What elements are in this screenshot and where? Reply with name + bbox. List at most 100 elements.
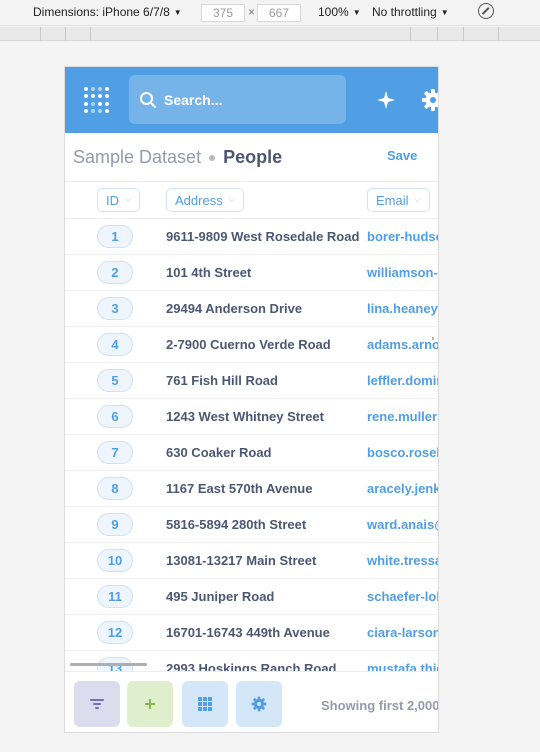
- table-row: 12 16701-16743 449th Avenue ciara-larson@: [65, 615, 438, 651]
- breadcrumb: Sample Dataset People: [73, 147, 282, 168]
- address-cell[interactable]: 495 Juniper Road: [166, 589, 274, 604]
- zoom-label: 100%: [318, 5, 349, 19]
- width-input[interactable]: 375: [201, 4, 245, 22]
- height-input[interactable]: 667: [257, 4, 301, 22]
- row-id-link[interactable]: 10: [97, 549, 133, 572]
- row-id-link[interactable]: 2: [97, 261, 133, 284]
- row-id-link[interactable]: 11: [97, 585, 133, 608]
- devtools-toolbar: Dimensions: iPhone 6/7/8 ▼ 375 × 667 100…: [0, 0, 540, 26]
- email-cell[interactable]: ward.anais@: [367, 517, 438, 532]
- chevron-down-icon: ⌵: [414, 195, 421, 204]
- address-cell[interactable]: 29494 Anderson Drive: [166, 301, 302, 316]
- dimensions-label: Dimensions: iPhone 6/7/8: [33, 5, 170, 19]
- metabase-logo-icon[interactable]: [84, 87, 110, 113]
- address-cell[interactable]: 2-7900 Cuerno Verde Road: [166, 337, 331, 352]
- table-grid-icon: [198, 697, 212, 711]
- column-header-label: Email: [376, 192, 409, 208]
- rotate-icon[interactable]: [478, 3, 494, 19]
- question-header: Sample Dataset People Save: [65, 133, 438, 182]
- row-id-link[interactable]: 8: [97, 477, 133, 500]
- table-row: 8 1167 East 570th Avenue aracely.jenkin: [65, 471, 438, 507]
- table-row: 3 29494 Anderson Drive lina.heaney@: [65, 291, 438, 327]
- media-query-ruler: [0, 27, 540, 41]
- filter-button[interactable]: [74, 681, 120, 727]
- times-sign: ×: [248, 5, 256, 19]
- table-row: 132993 Hoskings Ranch Roadmustafa.thiel: [65, 651, 438, 671]
- table-row: 6 1243 West Whitney Street rene.muller@: [65, 399, 438, 435]
- address-cell[interactable]: 761 Fish Hill Road: [166, 373, 278, 388]
- address-cell[interactable]: 5816-5894 280th Street: [166, 517, 306, 532]
- breadcrumb-table[interactable]: People: [223, 147, 282, 168]
- address-cell[interactable]: 9611-9809 West Rosedale Road: [166, 229, 359, 244]
- zoom-select[interactable]: 100% ▼: [318, 5, 361, 19]
- new-question-sparkle-icon[interactable]: [376, 90, 396, 110]
- caret-down-icon: ▼: [352, 7, 361, 17]
- email-cell[interactable]: aracely.jenkin: [367, 481, 438, 496]
- breadcrumb-separator: [209, 154, 216, 161]
- email-cell[interactable]: bosco.roselyn: [367, 445, 438, 460]
- gear-icon[interactable]: [421, 88, 439, 112]
- search-box[interactable]: [129, 75, 346, 124]
- email-cell[interactable]: adams.arnold: [367, 337, 438, 352]
- breadcrumb-dataset[interactable]: Sample Dataset: [73, 147, 201, 168]
- row-id-link[interactable]: 9: [97, 513, 133, 536]
- summarize-button[interactable]: [127, 681, 173, 727]
- table-row: 10 13081-13217 Main Street white.tressa@: [65, 543, 438, 579]
- address-cell[interactable]: 101 4th Street: [166, 265, 251, 280]
- email-cell[interactable]: lina.heaney@: [367, 301, 438, 316]
- email-cell[interactable]: leffler.domini: [367, 373, 438, 388]
- table-row: 1 9611-9809 West Rosedale Road borer-hudso…: [65, 219, 438, 255]
- throttling-label: No throttling: [372, 5, 437, 19]
- visualization-button[interactable]: [182, 681, 228, 727]
- address-cell[interactable]: 630 Coaker Road: [166, 445, 272, 460]
- address-cell[interactable]: 2993 Hoskings Ranch Road: [166, 661, 337, 671]
- caret-down-icon: ▼: [173, 7, 182, 17]
- column-header-address[interactable]: Address ⌵: [166, 188, 244, 212]
- search-input[interactable]: [164, 91, 324, 108]
- row-id-link[interactable]: 12: [97, 621, 133, 644]
- table-row: 7 630 Coaker Road bosco.roselyn: [65, 435, 438, 471]
- email-cell[interactable]: white.tressa@: [367, 553, 438, 568]
- gear-icon: [251, 696, 267, 712]
- row-id-link[interactable]: 3: [97, 297, 133, 320]
- horizontal-scrollbar[interactable]: [70, 663, 147, 666]
- view-footer: Showing first 2,000: [65, 671, 439, 732]
- address-cell[interactable]: 1243 West Whitney Street: [166, 409, 324, 424]
- column-header-label: Address: [175, 192, 223, 208]
- address-cell[interactable]: 1167 East 570th Avenue: [166, 481, 312, 496]
- email-cell[interactable]: borer-hudson: [367, 229, 438, 244]
- chevron-down-icon: ⌵: [228, 195, 235, 204]
- email-cell[interactable]: ciara-larson@: [367, 625, 438, 640]
- row-id-link[interactable]: 1: [97, 225, 133, 248]
- row-id-link[interactable]: 7: [97, 441, 133, 464]
- address-cell[interactable]: 13081-13217 Main Street: [166, 553, 316, 568]
- row-id-link[interactable]: 6: [97, 405, 133, 428]
- row-id-link[interactable]: 5: [97, 369, 133, 392]
- dimensions-select[interactable]: Dimensions: iPhone 6/7/8 ▼: [33, 5, 182, 19]
- email-cell[interactable]: schaefer-lolit: [367, 589, 438, 604]
- table-row: 9 5816-5894 280th Street ward.anais@: [65, 507, 438, 543]
- row-id-link[interactable]: 4: [97, 333, 133, 356]
- column-header-label: ID: [106, 192, 119, 208]
- plus-icon: [145, 699, 155, 709]
- chevron-down-icon: ⌵: [125, 195, 132, 204]
- email-cell[interactable]: mustafa.thiel: [367, 661, 438, 671]
- email-cell[interactable]: rene.muller@: [367, 409, 438, 424]
- filter-icon: [90, 699, 104, 709]
- table-row: 11 495 Juniper Road schaefer-lolit: [65, 579, 438, 615]
- address-cell[interactable]: 16701-16743 449th Avenue: [166, 625, 330, 640]
- device-viewport: Sample Dataset People Save ID ⌵ Address …: [64, 66, 439, 733]
- row-count-label: Showing first 2,000: [321, 698, 439, 713]
- settings-button[interactable]: [236, 681, 282, 727]
- table-row: 2 101 4th Street williamson-d: [65, 255, 438, 291]
- save-button[interactable]: Save: [387, 148, 417, 163]
- column-header-id[interactable]: ID ⌵: [97, 188, 141, 212]
- app-navbar: [65, 67, 439, 133]
- search-icon: [140, 91, 156, 108]
- column-header-email[interactable]: Email ⌵: [367, 188, 430, 212]
- throttling-select[interactable]: No throttling ▼: [372, 5, 449, 19]
- table-row: 5 761 Fish Hill Road leffler.domini: [65, 363, 438, 399]
- caret-down-icon: ▼: [440, 7, 449, 17]
- table-row: 4 2-7900 Cuerno Verde Road adams.arnold: [65, 327, 438, 363]
- email-cell[interactable]: williamson-d: [367, 265, 438, 280]
